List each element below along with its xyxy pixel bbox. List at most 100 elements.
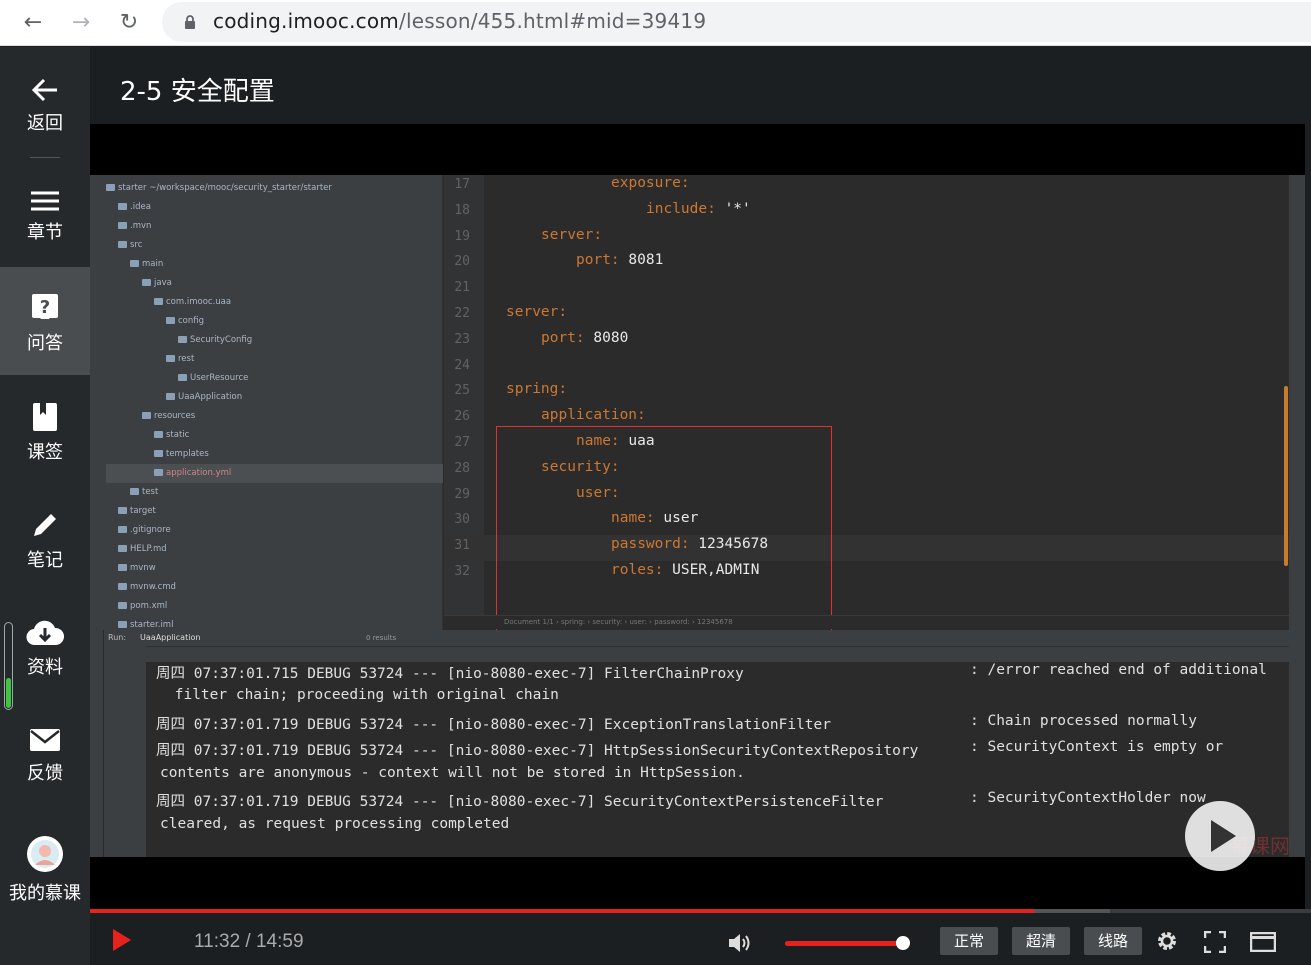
theater-mode-icon[interactable] (1250, 932, 1276, 952)
tree-item-label: starter ~/workspace/mooc/security_starte… (118, 183, 332, 193)
tree-item[interactable]: .idea (106, 198, 443, 217)
tree-item[interactable]: .gitignore (106, 521, 443, 540)
tree-item[interactable]: HELP.md (106, 540, 443, 559)
route-button[interactable]: 线路 (1084, 927, 1142, 955)
tree-item[interactable]: pom.xml (106, 597, 443, 616)
code-line: spring: (506, 381, 567, 397)
tree-item[interactable]: main (106, 255, 443, 274)
tree-item[interactable]: templates (106, 445, 443, 464)
editor-scroll-mark (1284, 386, 1288, 566)
address-bar[interactable]: coding.imooc.com/lesson/455.html#mid=394… (162, 2, 1311, 42)
sidebar-item-notes[interactable]: 笔记 (0, 510, 90, 580)
lock-icon (185, 15, 195, 29)
tree-item[interactable]: application.yml (106, 464, 443, 483)
tree-item[interactable]: static (106, 426, 443, 445)
settings-gear-icon[interactable] (1156, 930, 1178, 952)
line-number: 19 (454, 228, 470, 244)
yaml-value: 8080 (584, 329, 629, 346)
big-play-button[interactable] (1185, 801, 1255, 871)
folder-icon (154, 450, 163, 457)
sidebar-item-feedback[interactable]: 反馈 (0, 727, 90, 797)
fullscreen-icon[interactable] (1204, 931, 1226, 953)
url-text: coding.imooc.com/lesson/455.html#mid=394… (213, 9, 706, 33)
console-message: : /error reached end of additional (970, 662, 1267, 678)
tree-item-label: java (154, 278, 172, 288)
avatar (27, 836, 63, 872)
sidebar-item-my-imooc[interactable]: 我的慕课 (0, 835, 90, 915)
player-controls: 11:32 / 14:59 正常 超清 线路 (90, 913, 1311, 965)
yaml-breadcrumb: Document 1/1 › spring: › security: › use… (444, 615, 1289, 629)
tree-item[interactable]: test (106, 483, 443, 502)
tree-item-label: com.imooc.uaa (166, 297, 232, 307)
yaml-key: server: (506, 304, 568, 320)
quality-hd-button[interactable]: 超清 (1012, 927, 1070, 955)
tree-item[interactable]: java (106, 274, 443, 293)
tree-item[interactable]: target (106, 502, 443, 521)
play-button[interactable] (112, 928, 132, 952)
line-number: 28 (454, 460, 470, 476)
tree-item[interactable]: .mvn (106, 217, 443, 236)
volume-slider[interactable] (785, 936, 910, 950)
tree-item[interactable]: UserResource (106, 369, 443, 388)
yaml-key: exposure: (611, 175, 690, 191)
sidebar-item-qa[interactable]: ? 问答 (0, 267, 90, 375)
quality-normal-button[interactable]: 正常 (940, 927, 998, 955)
console-line: 周四 07:37:01.719 DEBUG 53724 --- [nio-808… (156, 717, 832, 733)
tree-item-label: pom.xml (130, 601, 168, 611)
folder-icon (166, 393, 175, 400)
folder-icon (166, 317, 175, 324)
tree-item[interactable]: SecurityConfig (106, 331, 443, 350)
tree-item[interactable]: resources (106, 407, 443, 426)
line-number: 29 (454, 486, 470, 502)
tree-item-label: UaaApplication (178, 392, 243, 402)
line-number: 27 (454, 435, 470, 450)
forward-icon[interactable]: → (66, 8, 96, 38)
code-line: port: 8080 (541, 330, 628, 346)
tree-item[interactable]: com.imooc.uaa (106, 293, 443, 312)
volume-icon[interactable] (728, 932, 752, 954)
yaml-key: port: (576, 252, 620, 269)
tree-item-label: main (142, 259, 164, 269)
folder-icon (178, 374, 187, 381)
time-display: 11:32 / 14:59 (194, 931, 304, 952)
tree-item[interactable]: starter ~/workspace/mooc/security_starte… (106, 179, 443, 198)
volume-handle[interactable] (895, 936, 910, 950)
video-player[interactable]: starter ~/workspace/mooc/security_starte… (90, 124, 1305, 909)
tree-item[interactable]: rest (106, 350, 443, 369)
ide-right-strip (1289, 175, 1305, 857)
folder-icon (118, 564, 127, 571)
tree-item-label: config (178, 316, 205, 326)
tree-item[interactable]: mvnw (106, 559, 443, 578)
sidebar-item-chapters[interactable]: 章节 (0, 190, 90, 260)
play-icon (1211, 820, 1236, 852)
yaml-key: application: (541, 407, 646, 424)
yaml-key: include: (646, 200, 716, 217)
menu-list-icon (31, 191, 59, 211)
tree-item-label: resources (154, 411, 196, 421)
volume-level (785, 941, 903, 946)
sidebar-item-label: 反馈 (27, 763, 63, 784)
folder-icon (130, 260, 139, 267)
line-number: 18 (454, 202, 470, 218)
yaml-key: spring: (506, 381, 568, 398)
line-number: 22 (454, 306, 470, 321)
sidebar-item-bookmark[interactable]: 课签 (0, 402, 90, 472)
folder-icon (118, 621, 127, 628)
tree-item-label: application.yml (166, 468, 232, 478)
console-line: cleared, as request processing completed (160, 816, 510, 832)
tree-item-label: UserResource (190, 373, 249, 383)
reload-icon[interactable]: ↻ (114, 8, 144, 38)
tree-item[interactable]: UaaApplication (106, 388, 443, 407)
code-line: server: (506, 304, 567, 320)
folder-icon (142, 412, 151, 419)
sidebar-item-materials[interactable]: 资料 (0, 619, 90, 689)
tree-item[interactable]: mvnw.cmd (106, 578, 443, 597)
tree-item-label: src (130, 240, 143, 250)
line-number: 26 (454, 409, 470, 425)
back-icon[interactable]: ← (18, 8, 48, 38)
tree-item[interactable]: src (106, 236, 443, 255)
sidebar-item-back[interactable]: 返回 (0, 77, 90, 147)
tree-item[interactable]: config (106, 312, 443, 331)
console-line: 周四 07:37:01.715 DEBUG 53724 --- [nio-808… (156, 666, 744, 682)
folder-icon (118, 241, 127, 248)
